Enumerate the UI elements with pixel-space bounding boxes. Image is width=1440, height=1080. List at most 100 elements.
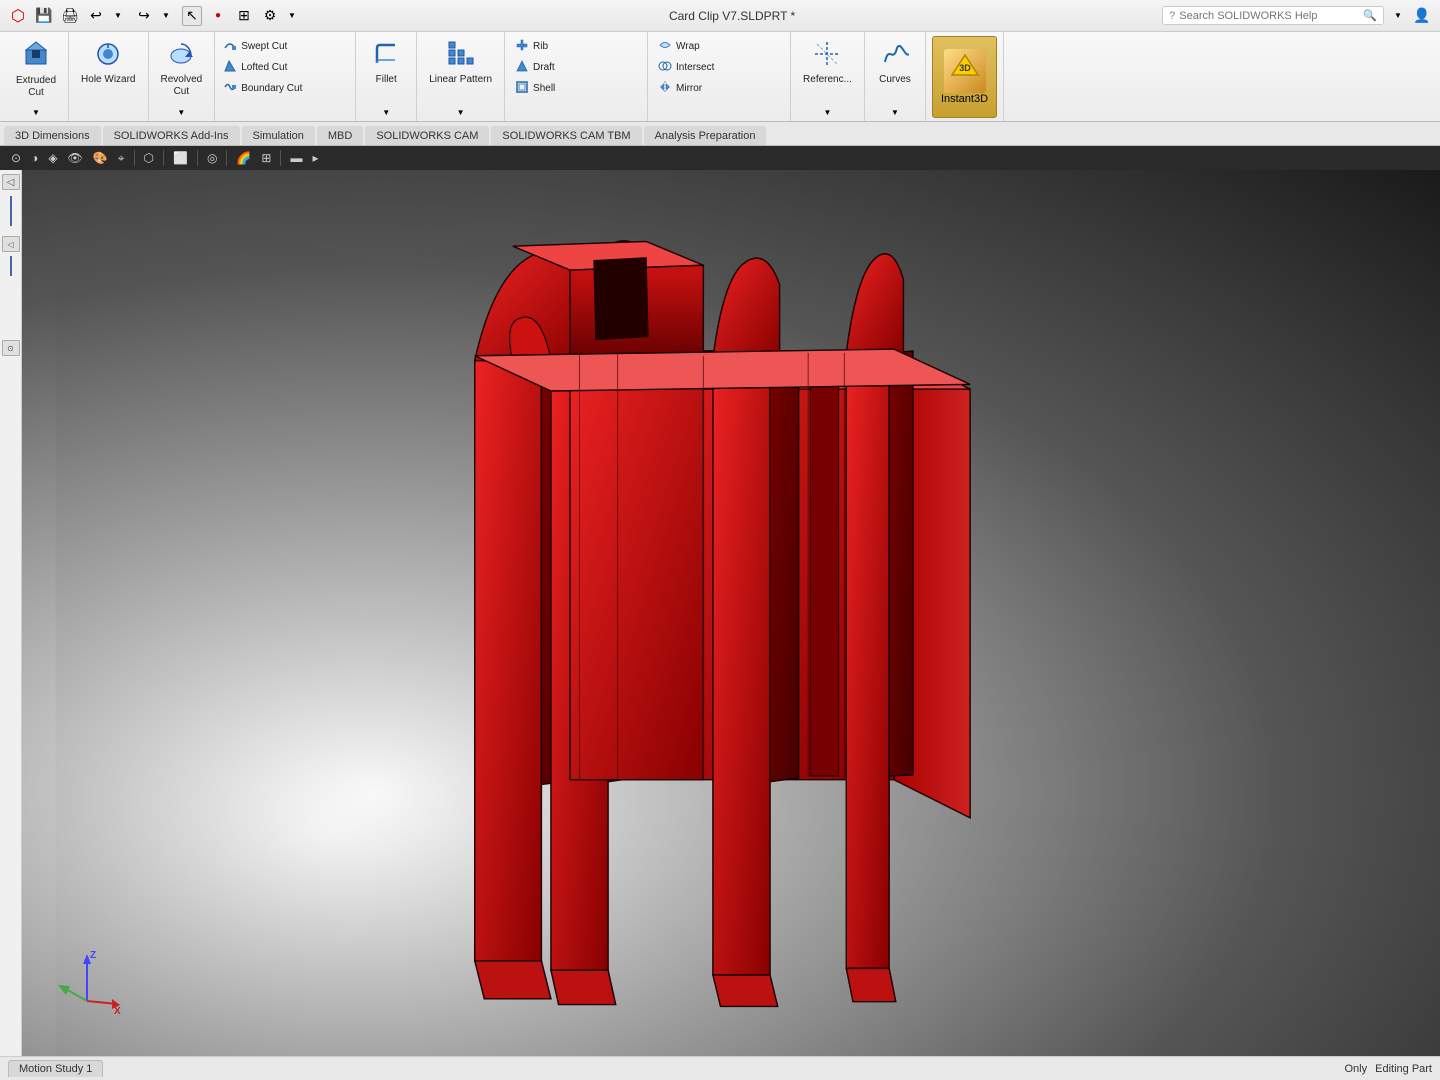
reference-dropdown[interactable]: ▼ <box>820 105 834 119</box>
instant3d-icon: 3D <box>944 49 986 92</box>
rib-label: Rib <box>533 41 548 52</box>
tab-simulation[interactable]: Simulation <box>242 126 315 145</box>
reference-button[interactable]: Referenc... <box>797 36 858 90</box>
shell-button[interactable]: Shell <box>511 78 641 99</box>
user-icon[interactable]: 👤 <box>1412 6 1432 26</box>
extruded-cut-button[interactable]: ExtrudedCut <box>10 36 62 103</box>
sidebar-btn-2[interactable]: ⊙ <box>2 340 20 356</box>
viewport[interactable]: Z X <box>22 170 1440 1056</box>
view-lighting-icon[interactable]: ◎ <box>204 149 220 167</box>
view-snap-icon[interactable]: ⌖ <box>115 149 128 168</box>
revolved-cut-icon <box>167 40 195 72</box>
status-text: Only <box>1345 1063 1368 1075</box>
view-display-icon[interactable]: ◈ <box>45 149 60 167</box>
boundary-cut-label: Boundary Cut <box>241 83 302 94</box>
lofted-cut-label: Lofted Cut <box>241 62 287 73</box>
secondary-tabs: 3D Dimensions SOLIDWORKS Add-Ins Simulat… <box>0 122 1440 146</box>
ribbon: ExtrudedCut ▼ Hole Wizard RevolvedCut ▼ <box>0 32 1440 122</box>
redo-dropdown-icon[interactable]: ▼ <box>156 6 176 26</box>
grid-icon[interactable]: ⊞ <box>234 6 254 26</box>
reference-icon <box>813 40 841 72</box>
view-appearance-icon[interactable]: 🎨 <box>90 149 111 167</box>
pointer-icon[interactable]: ↖ <box>182 6 202 26</box>
surface-tools-col: Rib Draft Shell <box>511 36 641 99</box>
undo-icon[interactable]: ↩ <box>86 6 106 26</box>
curves-icon <box>881 40 909 72</box>
swept-cut-icon <box>223 38 237 55</box>
hole-wizard-group: Hole Wizard <box>69 32 148 121</box>
sw-logo-icon[interactable]: ⬡ <box>8 6 28 26</box>
view-section-icon[interactable]: ◑ <box>28 149 41 167</box>
fillet-button[interactable]: Fillet <box>362 36 410 90</box>
wrap-group: Wrap Intersect Mirror <box>648 32 791 121</box>
view-separator-2 <box>163 150 164 166</box>
tab-solidworks-cam[interactable]: SOLIDWORKS CAM <box>365 126 489 145</box>
print-icon[interactable]: 🖨 <box>60 6 80 26</box>
tab-3d-dimensions[interactable]: 3D Dimensions <box>4 126 101 145</box>
view-color-icon[interactable]: 🌈 <box>233 149 254 167</box>
swept-cut-button[interactable]: Swept Cut <box>219 36 349 57</box>
wrap-button[interactable]: Wrap <box>654 36 784 57</box>
tab-mbd[interactable]: MBD <box>317 126 363 145</box>
svg-text:Z: Z <box>90 950 96 961</box>
lofted-cut-button[interactable]: Lofted Cut <box>219 57 349 78</box>
view-3d-icon[interactable]: ⬡ <box>141 149 157 167</box>
hole-wizard-button[interactable]: Hole Wizard <box>75 36 141 90</box>
3d-model <box>22 170 1440 1056</box>
intersect-button[interactable]: Intersect <box>654 57 784 78</box>
reference-label: Referenc... <box>803 74 852 86</box>
undo-dropdown-icon[interactable]: ▼ <box>108 6 128 26</box>
revolved-cut-dropdown[interactable]: ▼ <box>174 105 188 119</box>
axis-indicator: Z X <box>52 946 112 1006</box>
mirror-label: Mirror <box>676 83 702 94</box>
rib-button[interactable]: Rib <box>511 36 641 57</box>
motion-study-tab[interactable]: Motion Study 1 <box>8 1060 103 1077</box>
curves-dropdown[interactable]: ▼ <box>888 105 902 119</box>
shell-icon <box>515 80 529 97</box>
boundary-cut-button[interactable]: Boundary Cut <box>219 78 349 99</box>
mirror-button[interactable]: Mirror <box>654 78 784 99</box>
view-copy-icon[interactable]: ⬜ <box>170 149 191 167</box>
rib-icon <box>515 38 529 55</box>
left-sidebar: ◁ ◁ ⊙ <box>0 170 22 1056</box>
settings-dropdown-icon[interactable]: ▼ <box>282 6 302 26</box>
status-bar: Motion Study 1 Only Editing Part <box>0 1056 1440 1080</box>
dropdown-arrow-icon[interactable]: ▼ <box>1388 6 1408 26</box>
view-monitor-icon[interactable]: ▬ <box>287 149 305 167</box>
intersect-icon <box>658 59 672 76</box>
linear-pattern-dropdown[interactable]: ▼ <box>454 105 468 119</box>
draft-button[interactable]: Draft <box>511 57 641 78</box>
revolved-cut-button[interactable]: RevolvedCut <box>155 36 209 102</box>
hole-wizard-icon <box>94 40 122 72</box>
instant3d-button[interactable]: 3D Instant3D <box>932 36 997 118</box>
titlebar-left: ⬡ 💾 🖨 ↩ ▼ ↪ ▼ ↖ ● ⊞ ⚙ ▼ <box>8 6 302 26</box>
reference-group: Referenc... ▼ <box>791 32 865 121</box>
tab-solidworks-cam-tbm[interactable]: SOLIDWORKS CAM TBM <box>491 126 641 145</box>
fillet-label: Fillet <box>376 74 397 86</box>
view-mesh-icon[interactable]: ⊞ <box>258 149 274 167</box>
curves-button[interactable]: Curves <box>871 36 919 90</box>
tab-solidworks-addins[interactable]: SOLIDWORKS Add-Ins <box>103 126 240 145</box>
sidebar-collapse-top[interactable]: ◁ <box>2 174 20 190</box>
search-input[interactable] <box>1179 10 1359 22</box>
extruded-cut-dropdown[interactable]: ▼ <box>29 105 43 119</box>
fillet-dropdown[interactable]: ▼ <box>379 105 393 119</box>
draft-label: Draft <box>533 62 555 73</box>
view-orient-icon[interactable]: ⊙ <box>8 149 24 167</box>
view-more-icon[interactable]: ▸ <box>309 149 321 167</box>
linear-pattern-button[interactable]: Linear Pattern <box>423 36 498 90</box>
sidebar-btn-1[interactable]: ◁ <box>2 236 20 252</box>
intersect-label: Intersect <box>676 62 714 73</box>
tab-analysis-preparation[interactable]: Analysis Preparation <box>644 126 767 145</box>
record-icon[interactable]: ● <box>208 6 228 26</box>
cut-options-col: Swept Cut Lofted Cut Boundary Cut <box>219 36 349 99</box>
view-separator-5 <box>280 150 281 166</box>
mirror-icon <box>658 80 672 97</box>
save-icon[interactable]: 💾 <box>34 6 54 26</box>
instant3d-group: 3D Instant3D <box>926 32 1004 121</box>
view-hide-icon[interactable]: 👁 <box>65 149 86 167</box>
redo-icon[interactable]: ↪ <box>134 6 154 26</box>
extruded-cut-label: ExtrudedCut <box>16 75 56 99</box>
view-toolbar: ⊙ ◑ ◈ 👁 🎨 ⌖ ⬡ ⬜ ◎ 🌈 ⊞ ▬ ▸ <box>0 146 1440 170</box>
settings-icon[interactable]: ⚙ <box>260 6 280 26</box>
